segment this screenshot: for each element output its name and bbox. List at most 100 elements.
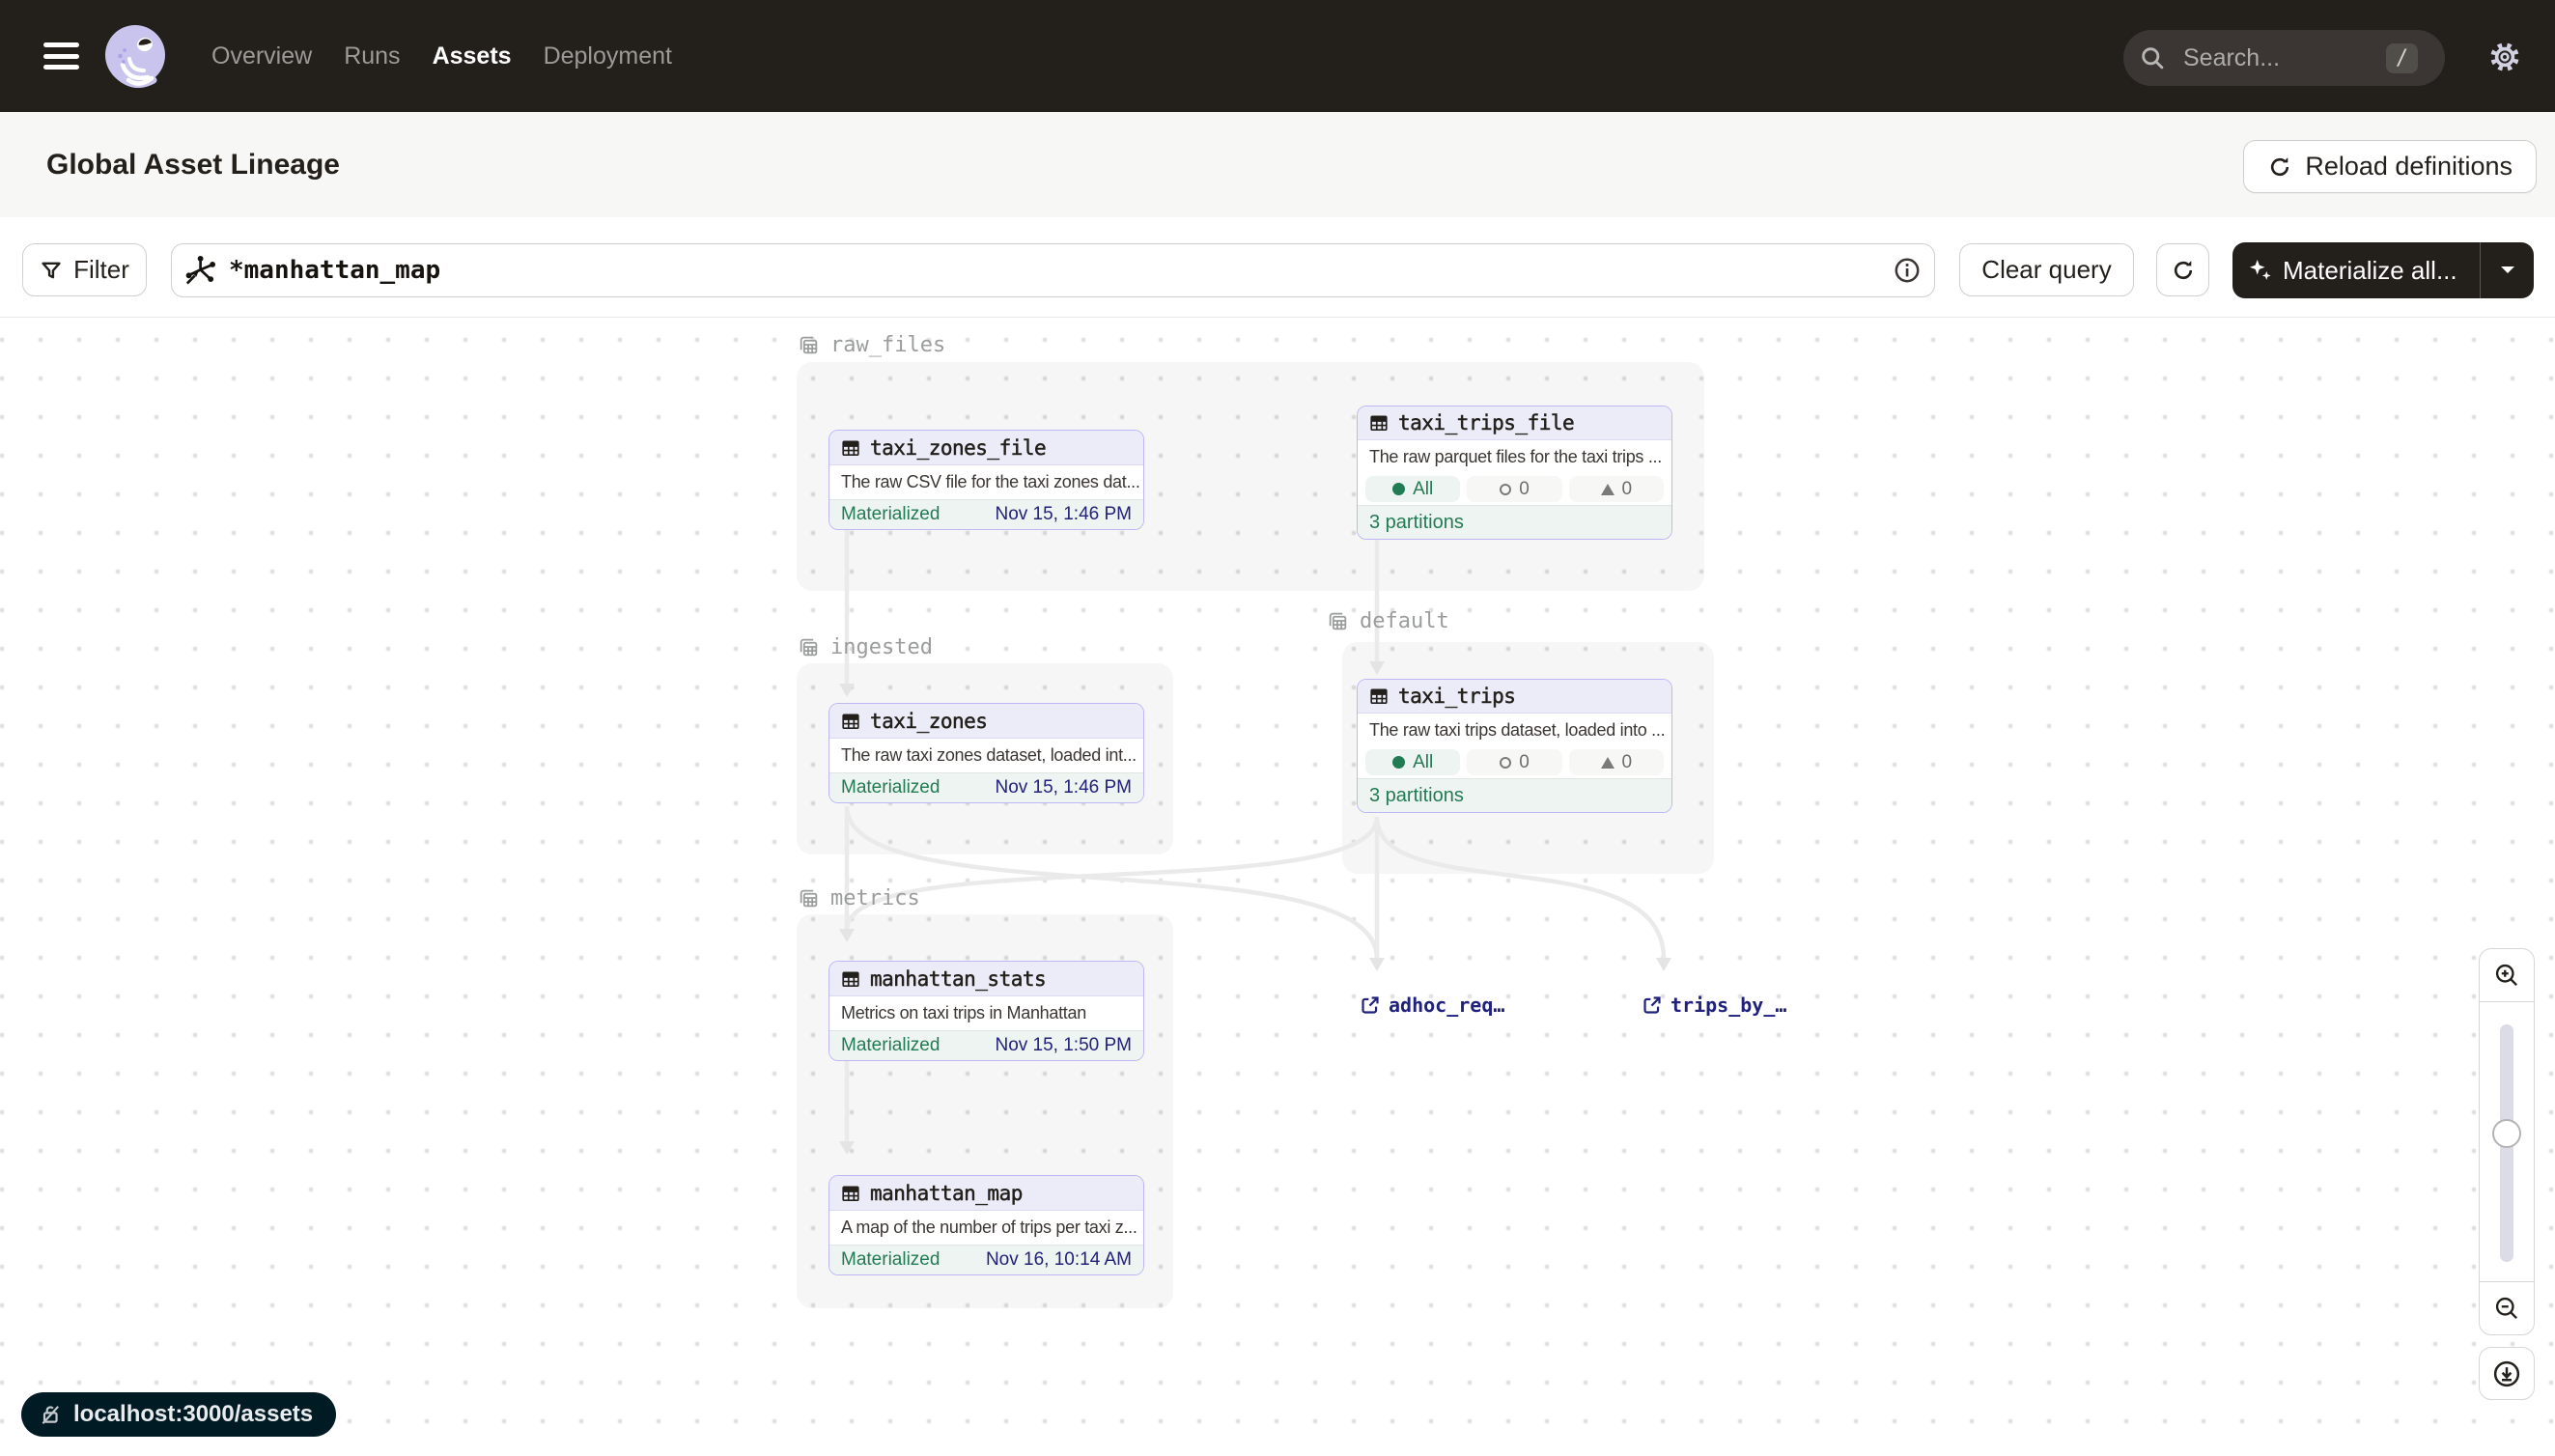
lineage-canvas[interactable]: raw_files ingested default	[0, 318, 2555, 1456]
refresh-icon	[2171, 258, 2196, 283]
filter-button[interactable]: Filter	[22, 243, 147, 296]
table-icon	[1369, 686, 1389, 706]
partition-pill-missing[interactable]: 0	[1569, 476, 1664, 502]
external-link-icon	[1360, 994, 1381, 1016]
status-timestamp: Nov 15, 1:50 PM	[995, 1035, 1132, 1056]
asset-group-icon	[798, 334, 820, 356]
zoom-in-button[interactable]	[2480, 949, 2534, 1002]
edge-taxi_zones-adhoc_request	[847, 806, 1377, 959]
main-nav: Overview Runs Assets Deployment	[211, 0, 672, 112]
reload-icon	[2267, 154, 2292, 180]
circle-icon	[1500, 484, 1511, 495]
table-icon	[841, 438, 860, 458]
materialize-dropdown-toggle[interactable]	[2480, 242, 2534, 298]
asset-query-value: *manhattan_map	[229, 256, 1894, 285]
search-icon	[2139, 44, 2166, 71]
asset-group-icon	[798, 887, 820, 910]
info-icon[interactable]	[1894, 257, 1921, 284]
external-link-icon	[1642, 994, 1663, 1016]
group-label-raw_files[interactable]: raw_files	[798, 332, 945, 357]
asset-node-header: taxi_zones	[829, 704, 1143, 739]
asset-node-manhattan_map[interactable]: manhattan_map A map of the number of tri…	[828, 1175, 1144, 1275]
gear-icon[interactable]	[2487, 40, 2522, 74]
table-icon	[841, 969, 860, 989]
zoom-slider-handle[interactable]	[2492, 1119, 2521, 1148]
partition-count: 3 partitions	[1358, 778, 1671, 812]
zoom-slider[interactable]	[2480, 1002, 2534, 1281]
partition-pill-failed[interactable]: 0	[1467, 476, 1561, 502]
dot-icon	[1392, 756, 1405, 769]
search-input[interactable]: Search... /	[2123, 30, 2445, 86]
asset-query-input[interactable]: *manhattan_map	[171, 243, 1935, 297]
zoom-out-icon	[2493, 1295, 2520, 1322]
group-label-ingested[interactable]: ingested	[798, 634, 933, 659]
filter-icon	[40, 259, 63, 282]
page-header: Global Asset Lineage Reload definitions	[0, 112, 2555, 217]
top-nav-bar: Overview Runs Assets Deployment Search..…	[0, 0, 2555, 112]
asset-node-manhattan_stats[interactable]: manhattan_stats Metrics on taxi trips in…	[828, 961, 1144, 1061]
circle-icon	[1500, 757, 1511, 769]
hamburger-menu-icon[interactable]	[43, 42, 79, 70]
asset-node-header: taxi_trips	[1358, 680, 1671, 714]
partition-pill-all[interactable]: All	[1365, 476, 1460, 502]
nav-assets[interactable]: Assets	[433, 42, 512, 70]
zoom-out-button[interactable]	[2480, 1281, 2534, 1334]
reload-definitions-button[interactable]: Reload definitions	[2243, 140, 2537, 193]
triangle-icon	[1601, 484, 1614, 495]
clear-query-button[interactable]: Clear query	[1959, 243, 2134, 296]
nav-runs[interactable]: Runs	[344, 42, 400, 70]
partition-pill-missing[interactable]: 0	[1569, 749, 1664, 775]
asset-status-row: Materialized Nov 16, 10:14 AM	[829, 1245, 1143, 1274]
asset-description: The raw taxi zones dataset, loaded int..…	[829, 739, 1143, 772]
materialize-all-main[interactable]: Materialize all...	[2232, 256, 2480, 286]
group-label-default[interactable]: default	[1327, 608, 1449, 633]
nav-deployment[interactable]: Deployment	[544, 42, 672, 70]
status-materialized: Materialized	[841, 504, 940, 525]
table-icon	[841, 712, 860, 731]
download-icon	[2492, 1359, 2521, 1388]
partition-health-row: All 0 0	[1358, 746, 1671, 778]
partition-pill-failed[interactable]: 0	[1467, 749, 1561, 775]
status-materialized: Materialized	[841, 777, 940, 798]
search-shortcut-badge: /	[2386, 43, 2418, 73]
status-timestamp: Nov 15, 1:46 PM	[995, 504, 1132, 525]
asset-status-row: Materialized Nov 15, 1:46 PM	[829, 499, 1143, 529]
dagster-logo[interactable]	[103, 24, 167, 88]
partition-count: 3 partitions	[1358, 505, 1671, 539]
asset-node-taxi_zones[interactable]: taxi_zones The raw taxi zones dataset, l…	[828, 703, 1144, 803]
asset-node-header: taxi_trips_file	[1358, 406, 1671, 440]
asset-group-icon	[1327, 610, 1349, 632]
search-placeholder: Search...	[2183, 44, 2386, 72]
download-image-button[interactable]	[2479, 1347, 2535, 1400]
chevron-down-icon	[2499, 265, 2516, 276]
asset-node-taxi_zones_file[interactable]: taxi_zones_file The raw CSV file for the…	[828, 430, 1144, 530]
dot-icon	[1392, 483, 1405, 495]
asset-node-taxi_trips[interactable]: taxi_trips The raw taxi trips dataset, l…	[1357, 679, 1672, 813]
external-asset-trips_by_week[interactable]: trips_by_…	[1642, 994, 1786, 1017]
group-label-metrics[interactable]: metrics	[798, 885, 920, 910]
status-materialized: Materialized	[841, 1035, 940, 1056]
status-materialized: Materialized	[841, 1249, 940, 1271]
asset-status-row: Materialized Nov 15, 1:46 PM	[829, 772, 1143, 802]
asset-description: A map of the number of trips per taxi z.…	[829, 1211, 1143, 1245]
partition-pill-all[interactable]: All	[1365, 749, 1460, 775]
refresh-button[interactable]	[2156, 243, 2209, 296]
asset-node-header: manhattan_map	[829, 1176, 1143, 1211]
table-icon	[841, 1184, 860, 1203]
asset-description: Metrics on taxi trips in Manhattan	[829, 996, 1143, 1030]
lineage-query-icon	[183, 254, 216, 287]
nav-overview[interactable]: Overview	[211, 42, 312, 70]
table-icon	[1369, 413, 1389, 433]
edge-taxi_trips-trips_by_week	[1377, 817, 1664, 959]
asset-status-row: Materialized Nov 15, 1:50 PM	[829, 1030, 1143, 1060]
triangle-icon	[1601, 757, 1614, 769]
lineage-edges	[0, 318, 2555, 1456]
status-timestamp: Nov 16, 10:14 AM	[986, 1249, 1132, 1271]
asset-node-header: manhattan_stats	[829, 962, 1143, 996]
asset-description: The raw taxi trips dataset, loaded into …	[1358, 714, 1671, 746]
zoom-controls	[2479, 948, 2535, 1335]
materialize-all-button[interactable]: Materialize all...	[2232, 242, 2534, 298]
external-asset-adhoc_request[interactable]: adhoc_req…	[1360, 994, 1504, 1017]
asset-group-icon	[798, 636, 820, 658]
asset-node-taxi_trips_file[interactable]: taxi_trips_file The raw parquet files fo…	[1357, 406, 1672, 540]
